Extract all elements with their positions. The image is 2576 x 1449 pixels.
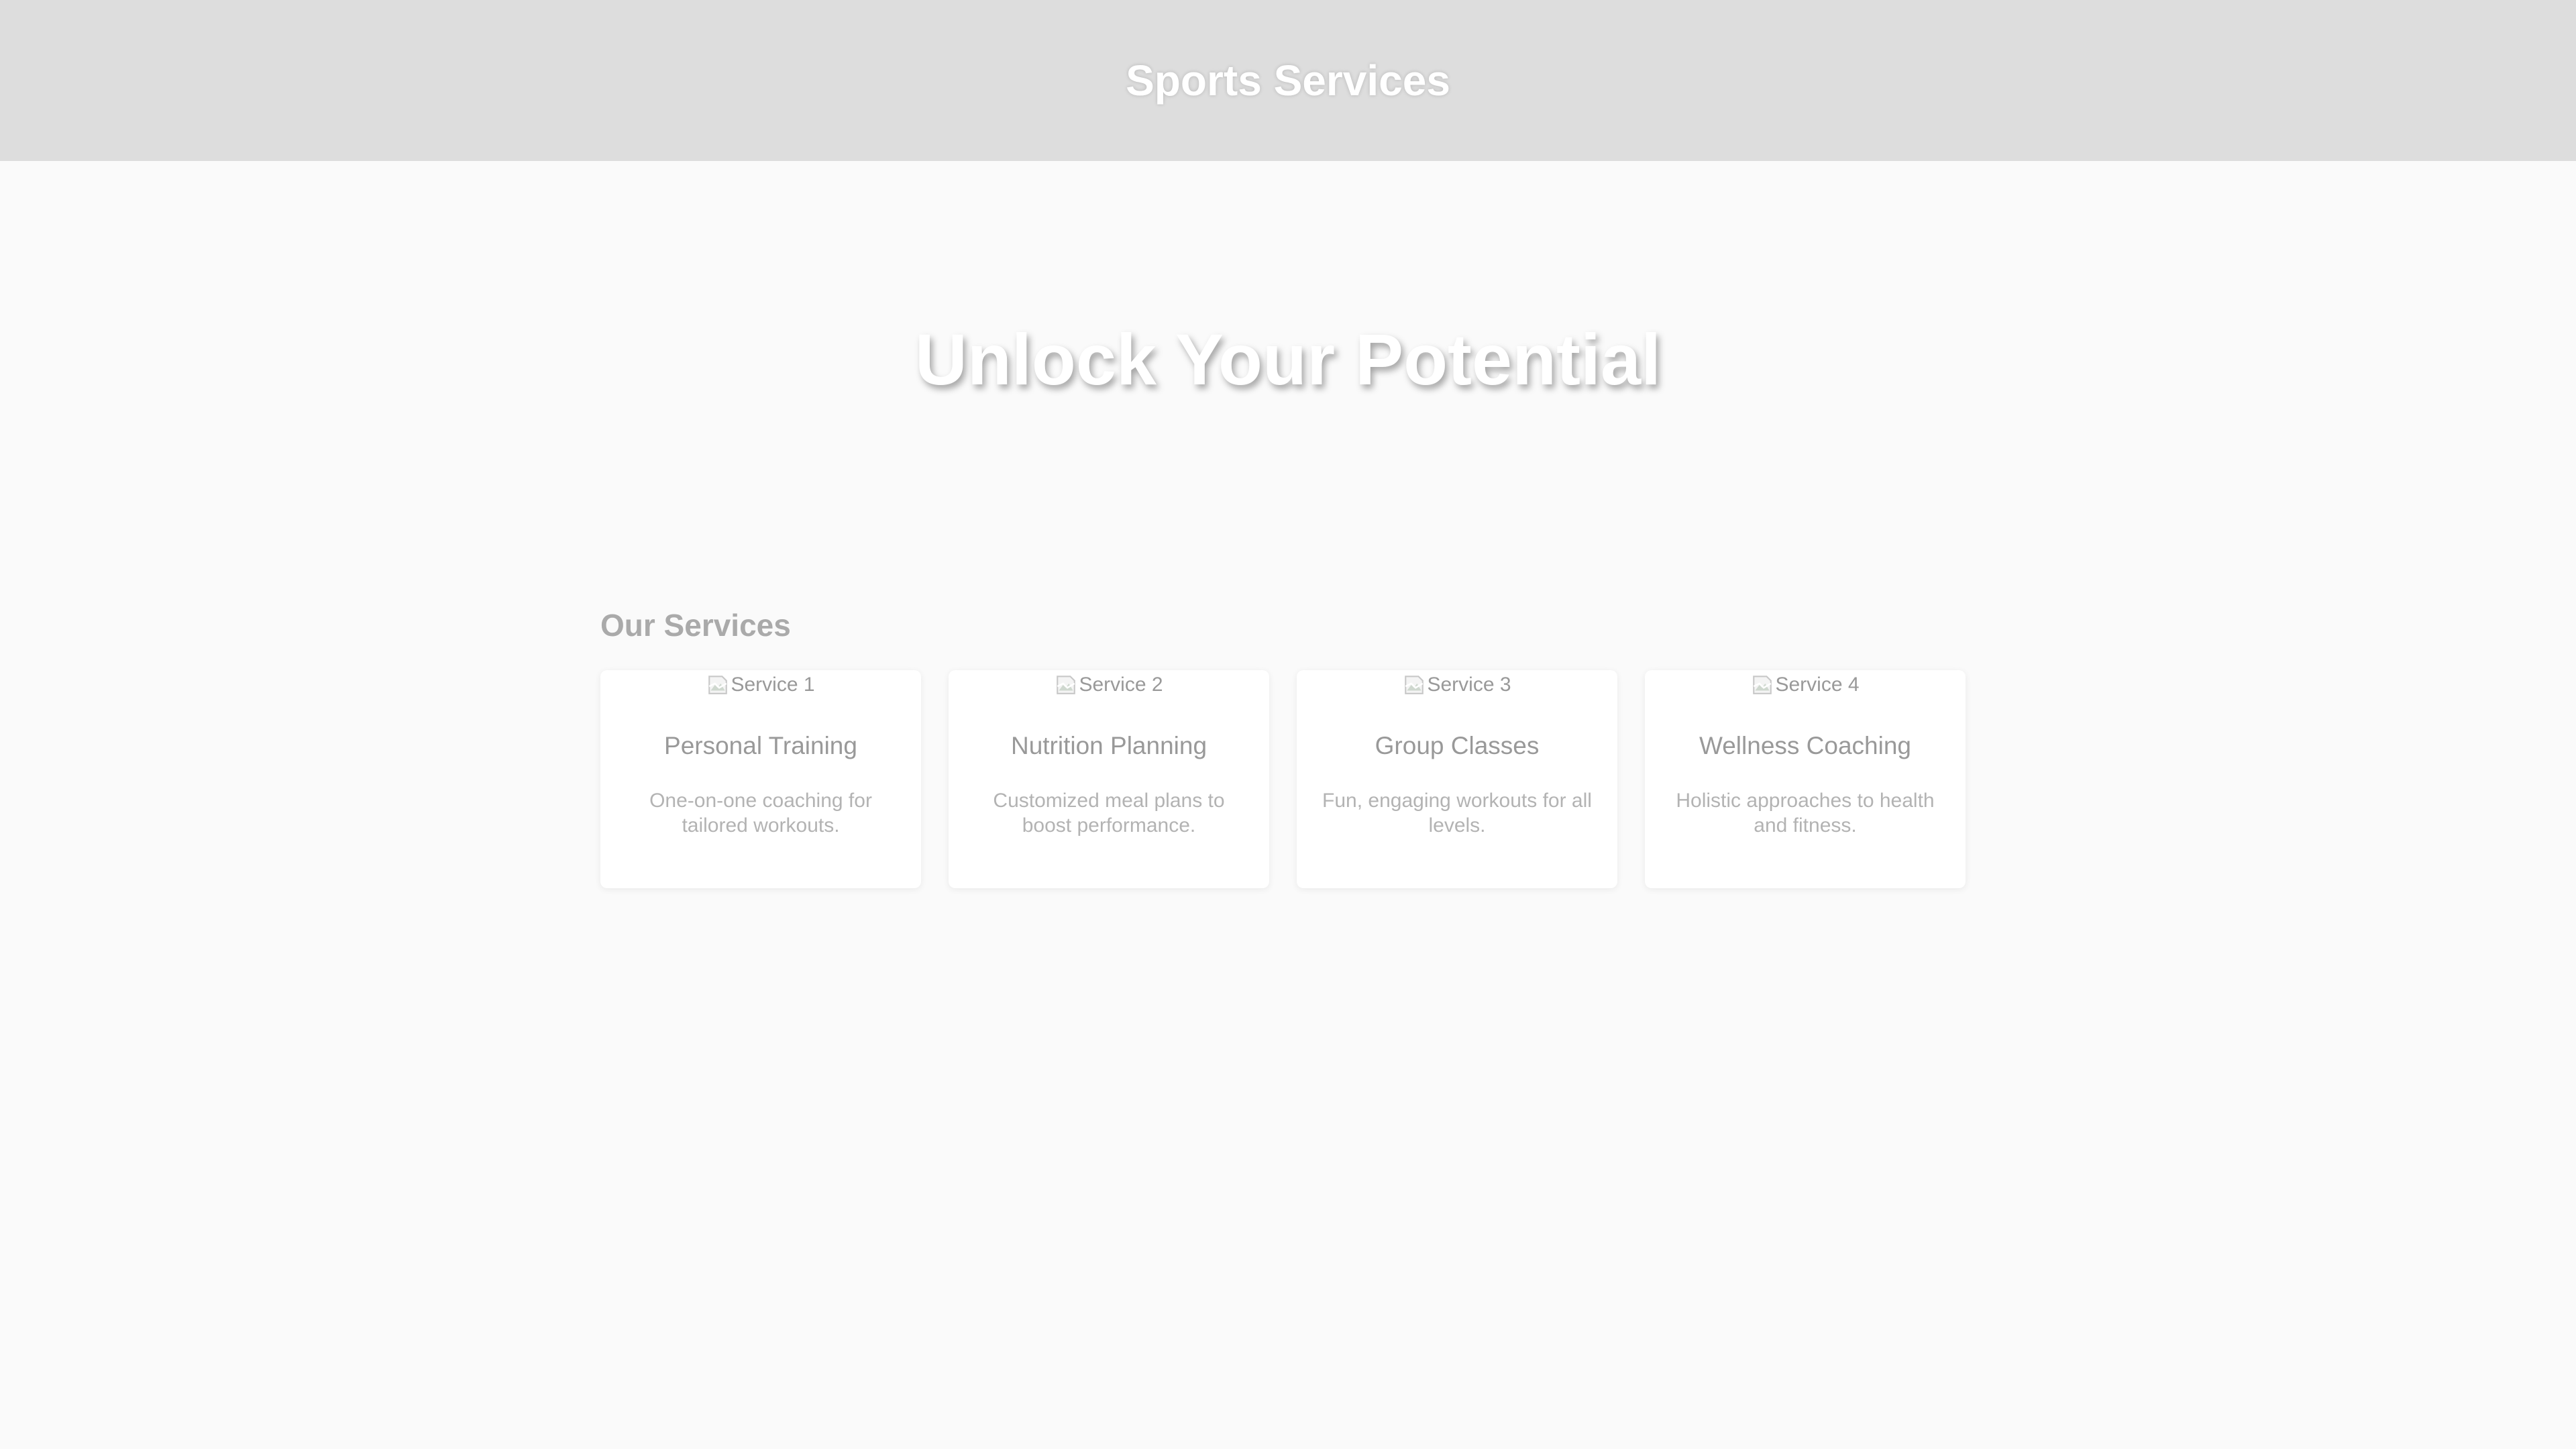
- broken-image-icon: [1057, 676, 1076, 694]
- service-image-alt: Service 2: [1079, 674, 1163, 696]
- services-section: Our Services Service 1 Personal Training…: [600, 607, 1976, 888]
- service-image-alt: Service 1: [731, 674, 815, 696]
- service-image: Service 3: [1403, 672, 1511, 698]
- services-heading: Our Services: [600, 608, 791, 643]
- service-description: Holistic approaches to health and fitnes…: [1676, 790, 1935, 837]
- service-cards: Service 1 Personal Training One-on-one c…: [600, 670, 1976, 888]
- broken-image-icon: [1753, 676, 1772, 694]
- service-image: Service 4: [1751, 672, 1860, 698]
- service-description: One-on-one coaching for tailored workout…: [649, 790, 872, 837]
- service-description: Customized meal plans to boost performan…: [993, 790, 1225, 837]
- service-image: Service 2: [1055, 672, 1163, 698]
- service-title: Group Classes: [1375, 732, 1540, 759]
- site-header: Sports Services: [0, 0, 2576, 161]
- broken-image-icon: [708, 676, 728, 694]
- hero-section: Unlock Your Potential: [0, 161, 2576, 557]
- service-card[interactable]: Service 2 Nutrition Planning Customized …: [949, 670, 1269, 888]
- broken-image-icon: [1405, 676, 1424, 694]
- service-card[interactable]: Service 4 Wellness Coaching Holistic app…: [1645, 670, 1966, 888]
- service-image-alt: Service 4: [1775, 674, 1860, 696]
- service-image-alt: Service 3: [1427, 674, 1511, 696]
- site-title: Sports Services: [1126, 56, 1450, 105]
- service-title: Wellness Coaching: [1699, 732, 1912, 759]
- service-description: Fun, engaging workouts for all levels.: [1322, 790, 1592, 837]
- service-card[interactable]: Service 3 Group Classes Fun, engaging wo…: [1297, 670, 1617, 888]
- hero-heading: Unlock Your Potential: [914, 318, 1662, 400]
- service-image: Service 1: [706, 672, 815, 698]
- service-title: Personal Training: [664, 732, 857, 759]
- service-card[interactable]: Service 1 Personal Training One-on-one c…: [600, 670, 921, 888]
- service-title: Nutrition Planning: [1010, 732, 1208, 759]
